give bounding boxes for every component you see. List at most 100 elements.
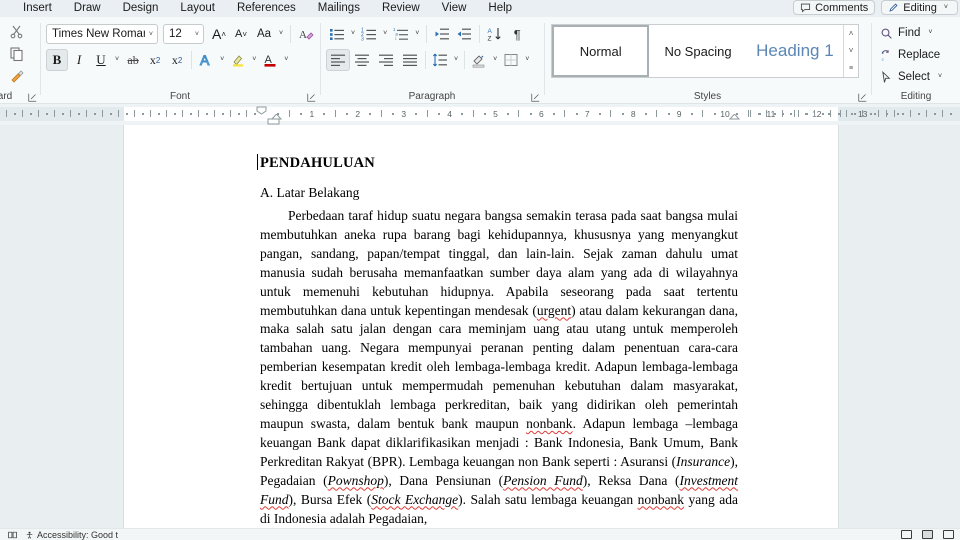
ruler-minor-tick bbox=[918, 113, 920, 115]
ruler-minor-tick bbox=[174, 113, 176, 115]
styles-more-button[interactable]: ≡ bbox=[844, 60, 858, 77]
right-indent-marker[interactable] bbox=[729, 114, 740, 122]
increase-indent-icon[interactable] bbox=[453, 23, 475, 45]
chevron-down-icon[interactable]: ˅ bbox=[348, 23, 358, 45]
multilevel-list-icon[interactable]: 1ai bbox=[390, 23, 412, 45]
tab-draw[interactable]: Draw bbox=[63, 0, 112, 17]
line-spacing-icon[interactable] bbox=[429, 49, 451, 71]
chevron-down-icon[interactable]: ˅ bbox=[249, 49, 259, 71]
tab-review[interactable]: Review bbox=[371, 0, 431, 17]
font-size-combo[interactable]: 12 ˅ bbox=[163, 24, 204, 44]
tab-layout[interactable]: Layout bbox=[169, 0, 226, 17]
comments-button[interactable]: Comments bbox=[793, 0, 876, 15]
tab-insert[interactable]: Insert bbox=[12, 0, 63, 17]
clipboard-dialog-launcher[interactable] bbox=[27, 92, 37, 102]
styles-gallery-scrollbar[interactable]: ˄ ˅ ≡ bbox=[843, 25, 858, 77]
chevron-down-icon[interactable]: ˅ bbox=[281, 49, 291, 71]
italic-button[interactable]: I bbox=[68, 49, 90, 71]
show-formatting-marks-button[interactable]: ¶ bbox=[506, 23, 528, 45]
style-item-normal[interactable]: Normal bbox=[552, 25, 650, 77]
find-button[interactable]: Find ˅ bbox=[880, 23, 935, 43]
align-right-icon[interactable] bbox=[374, 49, 398, 71]
font-color-button[interactable]: A bbox=[259, 49, 281, 71]
tab-design[interactable]: Design bbox=[112, 0, 170, 17]
chevron-down-icon[interactable]: ˅ bbox=[380, 23, 390, 45]
shrink-font-button[interactable]: A ˅ bbox=[230, 23, 252, 45]
tab-view[interactable]: View bbox=[431, 0, 478, 17]
accessibility-status[interactable]: Accessibility: Good t bbox=[25, 530, 118, 540]
chevron-down-icon[interactable]: ˅ bbox=[941, 1, 951, 15]
sort-az-icon[interactable]: AZ bbox=[484, 23, 506, 45]
select-button[interactable]: Select ˅ bbox=[880, 67, 945, 87]
shading-icon[interactable] bbox=[468, 49, 490, 71]
style-item-no-spacing[interactable]: No Spacing bbox=[649, 25, 746, 77]
ruler-tick-label: 6 bbox=[539, 109, 544, 119]
ruler-minor-tick bbox=[238, 113, 240, 115]
format-painter-icon[interactable] bbox=[6, 65, 28, 87]
document-page[interactable]: PENDAHULUAN A. Latar Belakang Perbedaan … bbox=[124, 125, 838, 528]
text-effects-button[interactable]: A bbox=[195, 49, 217, 71]
chevron-down-icon[interactable]: ˅ bbox=[522, 49, 532, 71]
read-mode-icon[interactable] bbox=[901, 530, 912, 539]
web-layout-icon[interactable] bbox=[943, 530, 954, 539]
document-text-area[interactable]: PENDAHULUAN A. Latar Belakang Perbedaan … bbox=[257, 154, 738, 528]
clipboard-copy-button[interactable] bbox=[6, 43, 28, 65]
replace-button[interactable]: bc Replace bbox=[880, 45, 941, 65]
styles-scroll-down-button[interactable]: ˅ bbox=[844, 42, 858, 59]
clipboard-cut-button[interactable] bbox=[6, 21, 28, 43]
decrease-indent-icon[interactable] bbox=[431, 23, 453, 45]
ribbon-group-paragraph: ˅ 123 ˅ 1ai ˅ AZ ¶ ˅ ˅ ˅ Paragraph bbox=[321, 17, 543, 104]
chevron-down-icon[interactable]: ˅ bbox=[935, 70, 945, 84]
highlight-button[interactable] bbox=[227, 49, 249, 71]
numbered-list-icon[interactable]: 123 bbox=[358, 23, 380, 45]
ruler-tick-label: 2 bbox=[355, 109, 361, 119]
document-canvas[interactable]: PENDAHULUAN A. Latar Belakang Perbedaan … bbox=[0, 125, 960, 528]
change-case-button[interactable]: Aa bbox=[252, 23, 276, 45]
justify-icon[interactable] bbox=[398, 49, 422, 71]
editing-mode-button[interactable]: Editing ˅ bbox=[881, 0, 958, 15]
font-dialog-launcher[interactable] bbox=[306, 92, 316, 102]
ruler-minor-tick bbox=[190, 113, 192, 115]
bold-button[interactable]: B bbox=[46, 49, 68, 71]
copy-icon[interactable] bbox=[6, 43, 28, 65]
underline-button[interactable]: U bbox=[90, 49, 112, 71]
ruler-minor-tick bbox=[750, 110, 751, 117]
grow-font-button[interactable]: A ˄ bbox=[208, 23, 230, 45]
chevron-down-icon[interactable]: ˅ bbox=[412, 23, 422, 45]
strikethrough-button[interactable]: ab bbox=[122, 49, 144, 71]
clipboard-format-painter-button[interactable] bbox=[6, 65, 28, 87]
first-line-indent-marker[interactable] bbox=[256, 106, 267, 115]
left-indent-marker[interactable] bbox=[267, 118, 281, 125]
ruler-minor-tick bbox=[644, 113, 647, 115]
chevron-down-icon[interactable]: ˅ bbox=[490, 49, 500, 71]
horizontal-ruler[interactable]: 12345678910111213 bbox=[0, 104, 960, 125]
tab-mailings[interactable]: Mailings bbox=[307, 0, 371, 17]
chevron-down-icon[interactable]: ˅ bbox=[451, 49, 461, 71]
chevron-down-icon[interactable]: ˅ bbox=[925, 26, 935, 40]
scissors-icon[interactable] bbox=[6, 21, 28, 43]
styles-scroll-up-button[interactable]: ˄ bbox=[844, 25, 858, 42]
font-name-combo[interactable]: Times New Roman ˅ bbox=[46, 24, 158, 44]
paragraph-dialog-launcher[interactable] bbox=[530, 92, 540, 102]
align-left-icon[interactable] bbox=[326, 49, 350, 71]
chevron-down-icon[interactable]: ˅ bbox=[149, 31, 153, 38]
clear-formatting-button[interactable]: A bbox=[295, 23, 317, 45]
style-item-heading-1[interactable]: Heading 1 bbox=[747, 25, 843, 77]
svg-text:A: A bbox=[299, 29, 307, 41]
tab-help[interactable]: Help bbox=[477, 0, 523, 17]
chevron-down-icon[interactable]: ˅ bbox=[217, 49, 227, 71]
page-icon[interactable] bbox=[8, 531, 17, 539]
ruler-minor-tick bbox=[206, 113, 208, 115]
print-layout-icon[interactable] bbox=[922, 530, 933, 539]
chevron-down-icon[interactable]: ˅ bbox=[112, 49, 122, 71]
borders-icon[interactable] bbox=[500, 49, 522, 71]
subscript-button[interactable]: x2 bbox=[144, 49, 166, 71]
tab-references[interactable]: References bbox=[226, 0, 307, 17]
align-center-icon[interactable] bbox=[350, 49, 374, 71]
chevron-down-icon[interactable]: ˅ bbox=[276, 23, 286, 45]
bullet-list-icon[interactable] bbox=[326, 23, 348, 45]
styles-gallery[interactable]: Normal No Spacing Heading 1 ˄ ˅ ≡ bbox=[551, 24, 859, 78]
styles-dialog-launcher[interactable] bbox=[857, 92, 867, 102]
chevron-down-icon[interactable]: ˅ bbox=[195, 31, 199, 38]
superscript-button[interactable]: x2 bbox=[166, 49, 188, 71]
